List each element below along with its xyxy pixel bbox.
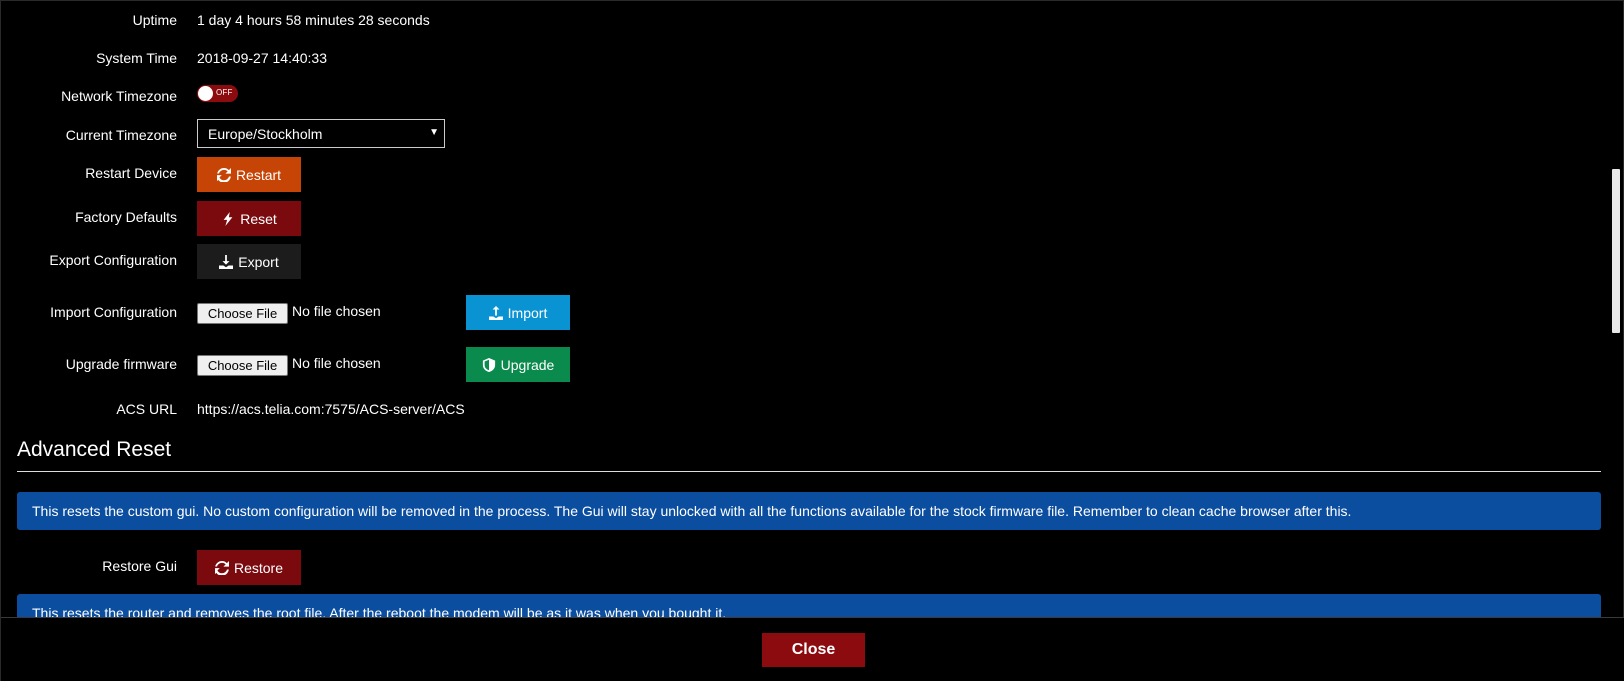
import-label: Import Configuration [50, 304, 177, 320]
acs-url-value: https://acs.telia.com:7575/ACS-server/AC… [197, 401, 465, 417]
upgrade-row: Upgrade firmware Choose File No file cho… [1, 347, 1601, 383]
timezone-select[interactable]: Europe/Stockholm ▼ [197, 119, 445, 148]
current-timezone-label: Current Timezone [65, 127, 177, 143]
system-time-row: System Time 2018-09-27 14:40:33 [1, 48, 1601, 84]
upgrade-button[interactable]: Upgrade [466, 347, 570, 382]
export-row: Export Configuration Export [1, 244, 1601, 280]
toggle-knob [198, 86, 213, 101]
scrollbar[interactable] [1610, 1, 1622, 617]
import-button[interactable]: Import [466, 295, 570, 330]
import-file-status: No file chosen [292, 303, 381, 319]
upgrade-button-label: Upgrade [500, 356, 555, 373]
refresh-icon [216, 167, 231, 182]
section-divider [17, 471, 1601, 472]
restart-label: Restart Device [85, 165, 177, 181]
restore-button[interactable]: Restore [197, 550, 301, 585]
import-button-label: Import [507, 304, 548, 321]
restart-button[interactable]: Restart [197, 157, 301, 192]
current-timezone-row: Current Timezone Europe/Stockholm ▼ [1, 119, 1601, 155]
system-time-value: 2018-09-27 14:40:33 [197, 50, 327, 66]
modal-dialog: Uptime 1 day 4 hours 58 minutes 28 secon… [0, 0, 1624, 681]
uptime-label: Uptime [132, 12, 177, 28]
chevron-down-icon: ▼ [429, 127, 439, 138]
upgrade-choose-file-button[interactable]: Choose File [197, 355, 288, 376]
scrollbar-thumb[interactable] [1612, 169, 1620, 333]
restart-button-label: Restart [235, 166, 282, 183]
upgrade-file-status: No file chosen [292, 355, 381, 371]
restore-button-label: Restore [233, 559, 284, 576]
export-button-label: Export [238, 253, 279, 270]
reset-button[interactable]: Reset [197, 201, 301, 236]
network-timezone-row: Network Timezone OFF [1, 85, 1601, 121]
restore-gui-label: Restore Gui [102, 558, 177, 574]
gui-reset-info-alert: This resets the custom gui. No custom co… [17, 492, 1601, 530]
timezone-selected-value: Europe/Stockholm [208, 126, 323, 142]
restart-row: Restart Device Restart [1, 157, 1601, 193]
upload-icon [488, 305, 503, 320]
export-label: Export Configuration [49, 252, 177, 268]
factory-defaults-row: Factory Defaults Reset [1, 201, 1601, 237]
toggle-state-label: OFF [216, 88, 233, 97]
upgrade-label: Upgrade firmware [65, 356, 177, 372]
modal-footer: Close [1, 617, 1624, 681]
close-button[interactable]: Close [762, 633, 865, 667]
factory-defaults-label: Factory Defaults [75, 209, 177, 225]
network-timezone-label: Network Timezone [61, 88, 177, 104]
restore-gui-row: Restore Gui Restore [1, 550, 1601, 586]
network-timezone-toggle[interactable]: OFF [197, 85, 238, 102]
reset-button-label: Reset [240, 210, 277, 227]
import-choose-file-button[interactable]: Choose File [197, 303, 288, 324]
import-row: Import Configuration Choose File No file… [1, 295, 1601, 331]
uptime-row: Uptime 1 day 4 hours 58 minutes 28 secon… [1, 10, 1601, 46]
bolt-icon [223, 211, 233, 226]
system-time-label: System Time [96, 50, 177, 66]
modal-body: Uptime 1 day 4 hours 58 minutes 28 secon… [1, 1, 1611, 617]
download-icon [219, 254, 234, 269]
export-button[interactable]: Export [197, 244, 301, 279]
router-reset-info-alert: This resets the router and removes the r… [17, 594, 1601, 617]
shield-icon [482, 357, 495, 372]
refresh-icon [214, 560, 229, 575]
advanced-reset-title: Advanced Reset [17, 438, 172, 461]
acs-url-label: ACS URL [116, 401, 177, 417]
uptime-value: 1 day 4 hours 58 minutes 28 seconds [197, 12, 430, 28]
acs-url-row: ACS URL https://acs.telia.com:7575/ACS-s… [1, 399, 1601, 435]
